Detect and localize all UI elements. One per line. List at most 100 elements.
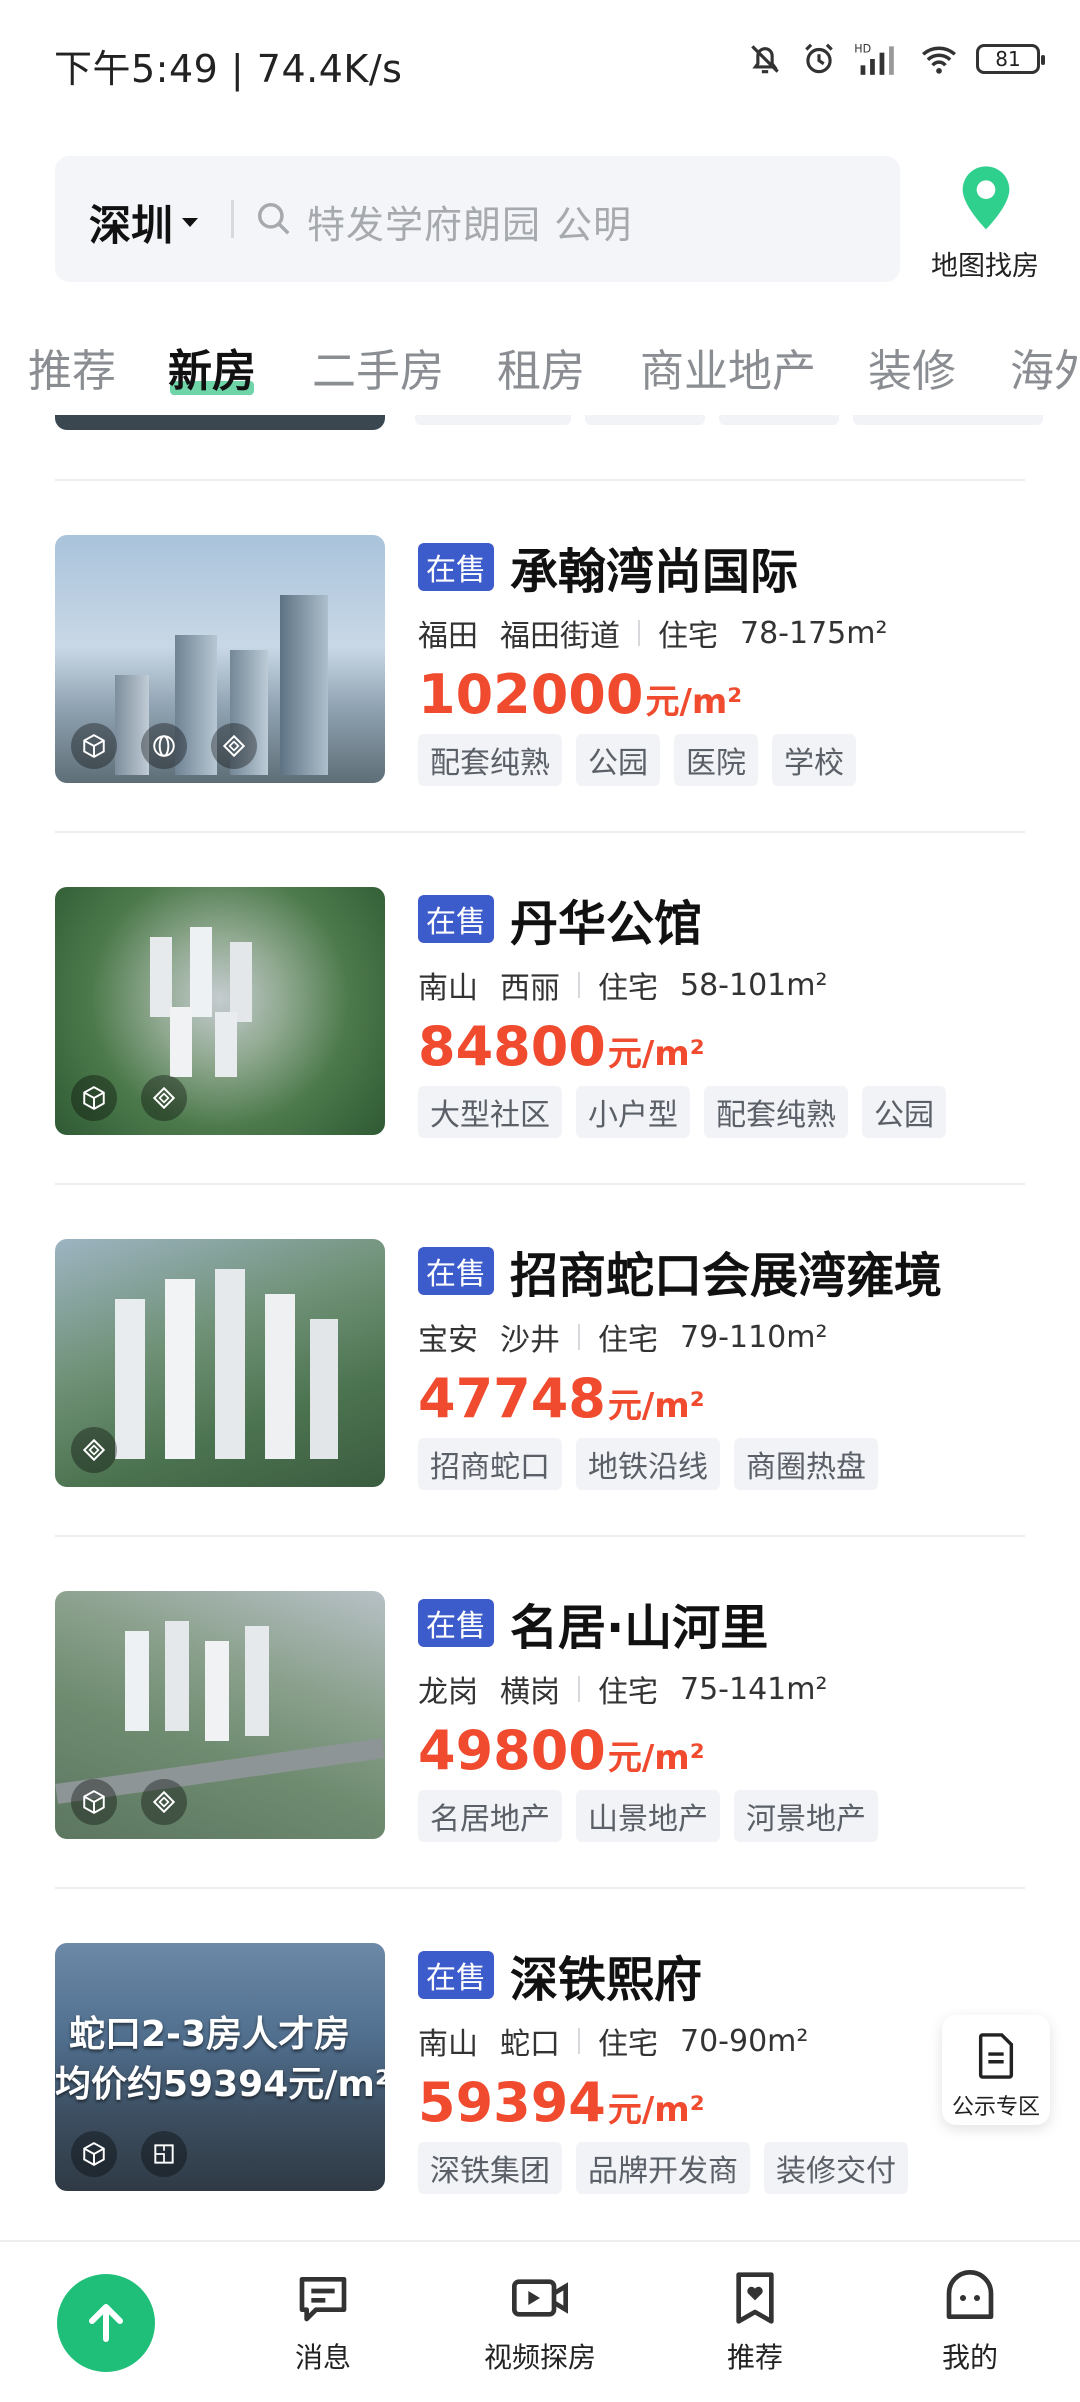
- status-badge: 在售: [418, 895, 494, 943]
- status-icons: HD 81: [746, 40, 1045, 78]
- price-unit: 元/m²: [607, 2090, 705, 2130]
- listing-district: 南山: [418, 971, 478, 1006]
- price-value: 49800: [418, 1719, 606, 1782]
- category-tabs: 推荐 新房 二手房 租房 商业地产 装修 海外: [0, 335, 1080, 415]
- listing-price: 102000 元/m²: [418, 663, 1058, 726]
- listing-thumbnail[interactable]: 蛇口2-3房人才房 均价约59394元/m²: [55, 1943, 385, 2191]
- price-value: 59394: [418, 2071, 606, 2134]
- tag: 山景地产: [576, 1790, 720, 1842]
- search-divider: [231, 200, 234, 238]
- listing-price: 84800 元/m²: [418, 1015, 1058, 1078]
- recommend-icon: [736, 2272, 774, 2324]
- nav-label: 视频探房: [483, 2341, 596, 2374]
- vr-icon: [141, 1075, 187, 1121]
- listing-name: 名居·山河里: [510, 1600, 769, 1656]
- price-unit: 元/m²: [645, 682, 743, 722]
- divider: [55, 1887, 1025, 1889]
- document-icon: [978, 2033, 1014, 2079]
- nav-video-tour[interactable]: 视频探房: [465, 2270, 615, 2376]
- tag: 配套纯熟: [704, 1086, 848, 1138]
- price-value: 102000: [418, 663, 644, 726]
- listing-card[interactable]: 在售 名居·山河里 龙岗 横岗 住宅 75-141m² 49800 元/m² 名…: [0, 1591, 1080, 1891]
- bottom-nav: 消息 视频探房 推荐 我的: [0, 2240, 1080, 2402]
- listing-card[interactable]: 在售 承翰湾尚国际 福田 福田街道 住宅 78-175m² 102000 元/m…: [0, 535, 1080, 835]
- listing-info: 在售 丹华公馆 南山 西丽 住宅 58-101m² 84800 元/m² 大型社…: [418, 887, 1058, 1138]
- public-notice-button[interactable]: 公示专区: [942, 2015, 1050, 2125]
- tag: 小户型: [576, 1086, 690, 1138]
- tag: 名居地产: [418, 1790, 562, 1842]
- listing-card[interactable]: 在售 丹华公馆 南山 西丽 住宅 58-101m² 84800 元/m² 大型社…: [0, 887, 1080, 1187]
- listing-thumbnail[interactable]: [55, 1239, 385, 1487]
- tab-rent[interactable]: 租房: [497, 335, 585, 399]
- thumbnail-overlay-text: 均价约59394元/m²: [55, 2064, 385, 2105]
- cube-icon: [71, 2131, 117, 2177]
- map-find-label: 地图找房: [931, 251, 1039, 282]
- search-input[interactable]: 特发学府朗园 公明: [307, 194, 632, 249]
- status-badge: 在售: [418, 1951, 494, 1999]
- price-unit: 元/m²: [607, 1034, 705, 1074]
- listing-meta: 龙岗 横岗 住宅 75-141m²: [418, 1667, 1058, 1711]
- listing-card[interactable]: 在售 招商蛇口会展湾雍境 宝安 沙井 住宅 79-110m² 47748 元/m…: [0, 1239, 1080, 1539]
- listing-info: 在售 承翰湾尚国际 福田 福田街道 住宅 78-175m² 102000 元/m…: [418, 535, 1058, 786]
- tag: 装修交付: [764, 2142, 908, 2194]
- status-badge: 在售: [418, 1247, 494, 1295]
- vr-icon: [141, 1779, 187, 1825]
- tab-overseas[interactable]: 海外: [1010, 335, 1080, 399]
- nav-label: 推荐: [726, 2341, 783, 2374]
- nav-messages[interactable]: 消息: [248, 2270, 398, 2376]
- tag: 公园: [576, 734, 660, 786]
- listing-thumbnail[interactable]: [55, 1591, 385, 1839]
- scroll-top-button[interactable]: [57, 2274, 155, 2372]
- status-bar: 下午5:49 | 74.4K/s HD 81: [0, 0, 1080, 130]
- listing-type: 住宅: [598, 971, 658, 1006]
- floorplan-icon: [141, 2131, 187, 2177]
- vr-icon: [71, 1427, 117, 1473]
- nav-recommend[interactable]: 推荐: [680, 2270, 830, 2376]
- tab-commercial[interactable]: 商业地产: [640, 335, 816, 399]
- vr-icon: [211, 723, 257, 769]
- listing-tags: 配套纯熟 公园 医院 学校: [418, 734, 1058, 786]
- previous-listing-tags: [415, 415, 1043, 425]
- map-find-button[interactable]: 地图找房: [920, 164, 1050, 284]
- listing-meta: 南山 西丽 住宅 58-101m²: [418, 963, 1058, 1007]
- tag: 配套纯熟: [418, 734, 562, 786]
- listing-card[interactable]: 蛇口2-3房人才房 均价约59394元/m² 在售 深铁熙府 南山 蛇口 住宅 …: [0, 1943, 1080, 2240]
- listing-thumbnail[interactable]: [55, 887, 385, 1135]
- search-bar[interactable]: 深圳 特发学府朗园 公明: [55, 156, 900, 282]
- listing-area: 西丽: [500, 971, 560, 1006]
- listing-name: 深铁熙府: [510, 1952, 703, 2008]
- listing-type: 住宅: [658, 619, 718, 654]
- tag: 大型社区: [418, 1086, 562, 1138]
- listing-type: 住宅: [598, 2027, 658, 2062]
- map-pin-icon: [962, 166, 1010, 230]
- chevron-down-icon: [182, 217, 199, 227]
- city-selector[interactable]: 深圳: [89, 192, 199, 253]
- panorama-icon: [141, 723, 187, 769]
- listing-size: 58-101m²: [680, 967, 828, 1003]
- tab-decoration[interactable]: 装修: [868, 335, 956, 399]
- nav-label: 消息: [294, 2341, 351, 2374]
- listing-meta: 福田 福田街道 住宅 78-175m²: [418, 611, 1058, 655]
- thumbnail-overlay-text: 蛇口2-3房人才房: [69, 2014, 351, 2055]
- listing-tags: 大型社区 小户型 配套纯熟 公园: [418, 1086, 1058, 1138]
- listing-tags: 招商蛇口 地铁沿线 商圈热盘: [418, 1438, 1058, 1490]
- listing-meta: 宝安 沙井 住宅 79-110m²: [418, 1315, 1058, 1359]
- divider: [55, 479, 1025, 481]
- tab-second-hand[interactable]: 二手房: [312, 335, 444, 399]
- listing-size: 78-175m²: [740, 615, 888, 651]
- listing-thumbnail[interactable]: [55, 535, 385, 783]
- mute-bell-icon: [751, 45, 779, 74]
- tab-new-house[interactable]: 新房: [168, 335, 256, 399]
- divider: [55, 1535, 1025, 1537]
- cube-icon: [71, 1779, 117, 1825]
- city-label: 深圳: [89, 201, 174, 250]
- listing-feed[interactable]: 在售 承翰湾尚国际 福田 福田街道 住宅 78-175m² 102000 元/m…: [0, 415, 1080, 2240]
- tab-recommend[interactable]: 推荐: [28, 335, 116, 399]
- profile-icon: [946, 2270, 994, 2319]
- nav-profile[interactable]: 我的: [895, 2270, 1045, 2376]
- status-time: 下午5:49 | 74.4K/s: [54, 47, 403, 91]
- listing-size: 75-141m²: [680, 1671, 828, 1707]
- divider: [55, 1183, 1025, 1185]
- video-icon: [512, 2279, 568, 2317]
- listing-size: 70-90m²: [680, 2023, 809, 2059]
